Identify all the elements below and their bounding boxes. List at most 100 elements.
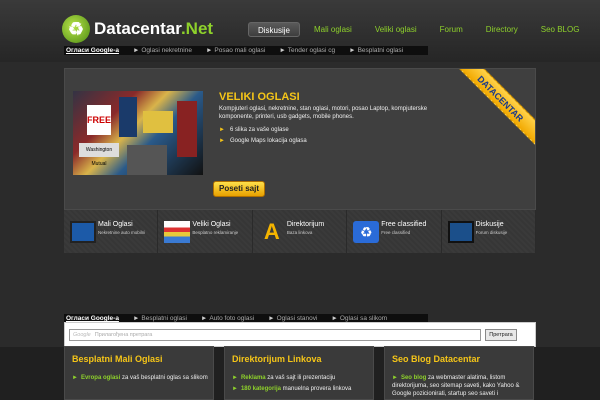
hero-bullet: ► Google Maps lokacija oglasa	[219, 138, 307, 144]
visit-site-button[interactable]: Poseti sajt	[213, 181, 265, 197]
column-line: ► 180 kategorija manuelna provera linkova	[232, 385, 373, 393]
column-mali-oglasi: Besplatni Mali Oglasi ► Evropa oglasi za …	[64, 346, 214, 400]
search-input[interactable]: Google Прилагођена претрага	[69, 329, 481, 341]
arrow-icon: ►	[331, 315, 338, 322]
corner-ribbon: DATACENTAR	[452, 69, 535, 147]
hero-bullet-text: Google Maps lokacija oglasa	[229, 138, 307, 144]
nav-item-forum[interactable]: Forum	[431, 22, 472, 37]
top-link-label: Oglasi nekretnine	[141, 47, 192, 54]
top-link-bar: Огласи Google-а ► Oglasi nekretnine ► Posa…	[64, 46, 428, 55]
monitor-icon	[70, 221, 96, 243]
arrow-icon: ►	[205, 47, 213, 54]
arrow-icon: ►	[200, 315, 208, 322]
category-mali-oglasi[interactable]: Mali Oglasi Nekretnine auto mobilni	[64, 210, 159, 253]
arrow-icon: ►	[132, 47, 140, 54]
bottom-link[interactable]: Огласи Google-а	[66, 315, 119, 322]
column-link[interactable]: Evropa oglasi	[81, 375, 120, 381]
top-link[interactable]: ► Tender oglasi cg	[279, 47, 335, 54]
logo-name: Datacentar	[94, 19, 181, 38]
bottom-link[interactable]: ► Oglasi sa slikom	[331, 315, 387, 322]
nav-item-mali-oglasi[interactable]: Mali oglasi	[305, 22, 361, 37]
column-text: manuelna provera linkova	[280, 386, 352, 392]
category-diskusije[interactable]: Diskusije Forum diskusije	[441, 210, 537, 253]
top-link-label: Besplatni oglasi	[357, 47, 404, 54]
hero-title: VELIKI OGLASI	[219, 91, 300, 103]
bullet-arrow-icon: ►	[72, 375, 78, 381]
category-sub: Nekretnine auto mobilni	[98, 230, 146, 235]
logo-text: Datacentar.Net	[94, 19, 213, 39]
column-line: ► Evropa oglasi za vaš besplatni oglas sa…	[72, 374, 213, 382]
logo-tld: .Net	[180, 19, 214, 38]
category-label: Direktorijum	[286, 221, 325, 228]
column-line: ► Reklama za vaš sajt ili prezentaciju	[232, 374, 373, 382]
top-link[interactable]: ► Posao mali oglasi	[206, 47, 265, 54]
column-link[interactable]: 180 kategorija	[241, 386, 281, 392]
category-free-classified[interactable]: ♻ Free classified Free classified	[347, 210, 442, 253]
column-direktorijum: Direktorijum Linkova ► Reklama za vaš saj…	[224, 346, 374, 400]
bullet-arrow-icon: ►	[219, 127, 225, 133]
nav-item-directory[interactable]: Directory	[477, 22, 527, 37]
top-link-label: Tender oglasi cg	[287, 47, 336, 54]
top-link[interactable]: ► Besplatni oglasi	[349, 47, 403, 54]
nav-item-veliki-oglasi[interactable]: Veliki oglasi	[366, 22, 426, 37]
printer-icon	[164, 221, 191, 243]
tablet-icon	[447, 221, 474, 243]
column-text: za vaš sajt ili prezentaciju	[265, 375, 336, 381]
category-sub: Baza linkova	[286, 230, 313, 235]
bottom-link[interactable]: ► Oglasi stanovi	[268, 315, 317, 322]
column-text: za vaš besplatni oglas sa slikom	[120, 375, 208, 381]
billboard	[143, 111, 173, 133]
billboard: Washington Mutual	[79, 143, 119, 167]
arrow-icon: ►	[268, 315, 275, 322]
bottom-link[interactable]: ► Besplatni oglasi	[133, 315, 187, 322]
bottom-link-label: Besplatni oglasi	[141, 315, 187, 322]
column-seo-blog: Seo Blog Datacentar ► Seo blog za webmast…	[384, 346, 534, 400]
top-link[interactable]: ► Oglasi nekretnine	[133, 47, 192, 54]
site-logo[interactable]: ♻ Datacentar.Net	[62, 15, 213, 43]
recycle-icon: ♻	[353, 221, 380, 243]
google-logo: Google	[73, 332, 91, 338]
top-link-label: Posao mali oglasi	[214, 47, 266, 54]
bottom-link-label: Auto foto oglasi	[209, 315, 255, 322]
category-sub: Besplatno reklamiranje	[192, 230, 239, 235]
column-title[interactable]: Seo Blog Datacentar	[392, 354, 533, 364]
nav-item-diskusije[interactable]: Diskusije	[248, 22, 301, 37]
bottom-link[interactable]: ► Auto foto oglasi	[201, 315, 254, 322]
google-search-bar: Google Прилагођена претрага Претрага	[64, 322, 536, 347]
column-title[interactable]: Besplatni Mali Oglasi	[72, 354, 213, 364]
category-label: Free classified	[381, 221, 427, 228]
bullet-arrow-icon: ►	[392, 375, 398, 381]
hero-bullet-text: 6 slika za vaše oglase	[229, 127, 289, 133]
category-strip: Mali Oglasi Nekretnine auto mobilni Veli…	[64, 210, 537, 253]
nav-item-seo-blog[interactable]: Seo BLOG	[532, 22, 589, 37]
arrow-icon: ►	[279, 47, 286, 54]
hero-image: FREE Washington Mutual	[73, 91, 203, 175]
billboard	[177, 101, 197, 157]
top-link[interactable]: Огласи Google-а	[66, 47, 119, 54]
arrow-icon: ►	[349, 47, 356, 54]
main-nav: Diskusije Mali oglasi Veliki oglasi Foru…	[248, 22, 593, 37]
search-placeholder: Прилагођена претрага	[94, 332, 153, 338]
column-title[interactable]: Direktorijum Linkova	[232, 354, 373, 364]
billboard	[127, 145, 167, 175]
bottom-link-label: Oglasi stanovi	[276, 315, 318, 322]
category-sub: Free classified	[381, 230, 411, 235]
arrow-icon: ►	[132, 315, 140, 322]
bullet-arrow-icon: ►	[232, 386, 238, 392]
column-link[interactable]: Seo blog	[401, 375, 426, 381]
billboard: FREE	[87, 105, 111, 135]
bottom-link-label: Oglasi sa slikom	[339, 315, 388, 322]
hero-description: Kompjuteri oglasi, nekretnine, stan ogla…	[219, 106, 428, 120]
hero-banner: FREE Washington Mutual VELIKI OGLASI Kom…	[64, 68, 536, 210]
category-direktorijum[interactable]: A Direktorijum Baza linkova	[252, 210, 348, 253]
recycle-logo-icon: ♻	[62, 15, 90, 43]
column-link[interactable]: Reklama	[241, 375, 266, 381]
bullet-arrow-icon: ►	[232, 375, 238, 381]
category-label: Mali Oglasi	[98, 221, 133, 228]
bullet-arrow-icon: ►	[219, 138, 225, 144]
category-veliki-oglasi[interactable]: Veliki Oglasi Besplatno reklamiranje	[158, 210, 253, 253]
column-line: ► Seo blog za webmaster alatima, listom d…	[392, 374, 533, 398]
category-sub: Forum diskusije	[475, 230, 508, 235]
search-button[interactable]: Претрага	[485, 329, 517, 341]
letter-a-icon: A	[263, 219, 280, 244]
